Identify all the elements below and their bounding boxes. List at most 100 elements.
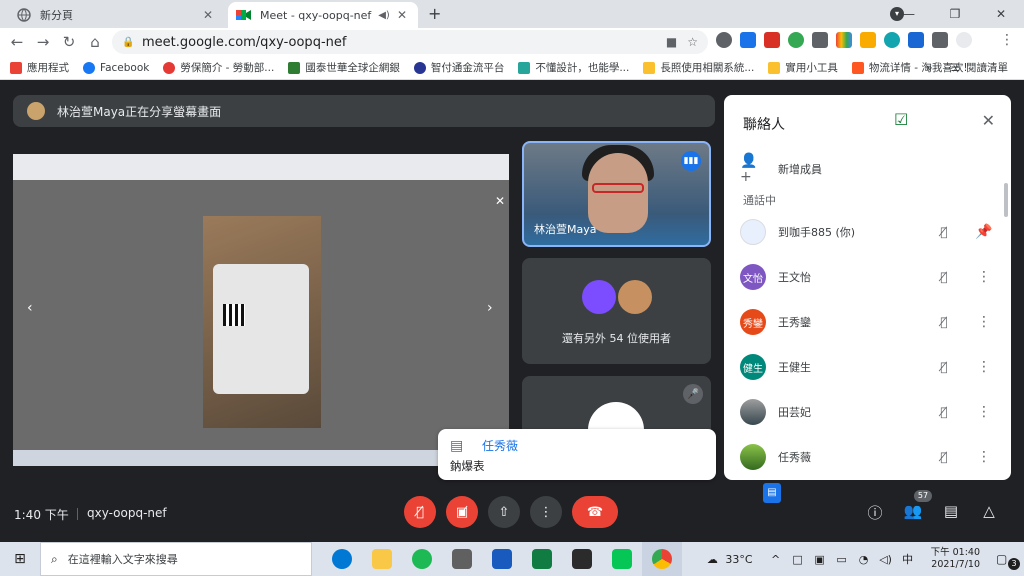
scrollbar[interactable]: [1004, 183, 1008, 217]
file-explorer-app-icon[interactable]: [362, 542, 402, 576]
reading-list-icon: ☰: [950, 61, 960, 74]
extension-icon[interactable]: [884, 32, 900, 48]
participant-row[interactable]: 任秀薇 🎙̸ ⋮: [740, 442, 995, 472]
windows-start-icon[interactable]: ⊞: [0, 551, 40, 567]
excel-app-icon[interactable]: [522, 542, 562, 576]
tray-chevron-up-icon[interactable]: ^: [767, 553, 785, 566]
tab-new-tab[interactable]: 新分頁 ✕: [8, 2, 224, 28]
more-options-icon[interactable]: ⋮: [973, 449, 995, 465]
restore-icon[interactable]: ❐: [932, 7, 978, 21]
bookmarks-overflow-icon[interactable]: »: [926, 62, 932, 74]
reload-icon[interactable]: ↻: [56, 33, 82, 51]
site-icon: [163, 61, 176, 74]
puzzle-extensions-icon[interactable]: [932, 32, 948, 48]
tab-meet[interactable]: Meet - qxy-oopq-nef ◀) ✕: [228, 2, 418, 28]
speaker-video-tile[interactable]: ▮▮▮ 林治萱Maya: [522, 141, 711, 247]
presenting-text: 林治萱Maya正在分享螢幕畫面: [57, 104, 222, 119]
bookmark-item[interactable]: 國泰世華全球企網銀: [288, 60, 400, 75]
more-options-button[interactable]: ⋮: [530, 496, 562, 528]
close-tab-icon[interactable]: ✕: [200, 8, 216, 22]
add-member-button[interactable]: 👤+ 新增成員: [740, 153, 822, 185]
camera-icon[interactable]: ■: [666, 35, 677, 49]
bookmark-item[interactable]: Facebook: [83, 61, 149, 74]
meeting-details-icon[interactable]: ⓘ: [864, 502, 886, 523]
more-options-icon[interactable]: ⋮: [973, 359, 995, 375]
participant-row[interactable]: 文怡 王文怡 🎙̸ ⋮: [740, 262, 995, 292]
address-bar[interactable]: 🔒 meet.google.com/qxy-oopq-nef ■ ☆: [112, 30, 708, 54]
leave-call-button[interactable]: ☎: [572, 496, 618, 528]
weather-icon[interactable]: ☁: [703, 553, 721, 566]
extension-icon[interactable]: [740, 32, 756, 48]
participant-row[interactable]: 到咖手885 (你) 🎙̸ 📌: [740, 217, 995, 247]
lock-icon[interactable]: 🔒: [122, 37, 134, 48]
taskbar-search-box[interactable]: ⌕ 在這裡輸入文字來搜尋: [40, 542, 312, 576]
download-extension-icon[interactable]: [860, 32, 876, 48]
taskbar-clock[interactable]: 下午 01:40 2021/7/10: [931, 547, 980, 571]
bookmark-star-icon[interactable]: ☆: [687, 35, 698, 49]
browser-menu-icon[interactable]: ⋮: [1000, 32, 1014, 48]
shared-screen[interactable]: ‹ › ✕: [13, 154, 509, 466]
present-screen-button[interactable]: ⇧: [488, 496, 520, 528]
volume-icon[interactable]: ◁): [877, 553, 895, 566]
notification-center-icon[interactable]: ▢ 3: [996, 552, 1020, 570]
forward-icon[interactable]: →: [30, 33, 56, 51]
bookmark-folder[interactable]: 長照使用相關系統...: [643, 60, 754, 75]
close-tab-icon[interactable]: ✕: [394, 8, 410, 22]
chrome-app-icon[interactable]: [642, 542, 682, 576]
reading-list[interactable]: » ☰ 閱讀清單: [926, 60, 1008, 75]
extension-icon[interactable]: [836, 32, 852, 48]
edge-app-icon[interactable]: [322, 542, 362, 576]
new-tab-button[interactable]: +: [428, 4, 441, 23]
speaker-icon[interactable]: ◀): [376, 10, 392, 21]
participant-avatar: [740, 399, 766, 425]
input-method-icon[interactable]: 中: [899, 551, 917, 567]
tray-app-icon[interactable]: ▣: [811, 553, 829, 566]
clipboard-check-icon[interactable]: ☑: [894, 110, 908, 129]
window-controls: — ❐ ✕: [886, 0, 1024, 28]
sticky-notes-app-icon[interactable]: [562, 542, 602, 576]
pin-icon[interactable]: 📌: [973, 224, 995, 240]
battery-icon[interactable]: ▭: [833, 553, 851, 566]
bookmark-item[interactable]: 智付通金流平台: [413, 60, 504, 75]
bookmark-item[interactable]: 不懂設計，也能學...: [518, 60, 629, 75]
profile-avatar[interactable]: [956, 32, 972, 48]
spotify-app-icon[interactable]: [402, 542, 442, 576]
word-app-icon[interactable]: [482, 542, 522, 576]
close-window-icon[interactable]: ✕: [978, 7, 1024, 21]
bookmark-item[interactable]: 應用程式: [10, 60, 69, 75]
close-panel-icon[interactable]: ✕: [982, 111, 995, 130]
people-icon[interactable]: 👥: [902, 502, 924, 520]
more-options-icon[interactable]: ⋮: [973, 314, 995, 330]
weather-temperature[interactable]: 33°C: [725, 553, 752, 566]
location-extension-icon[interactable]: [716, 32, 732, 48]
chat-notification[interactable]: ▤ 任秀薇 鈉爆表: [438, 429, 716, 480]
bookmark-item[interactable]: 勞保簡介 - 勞動部...: [163, 60, 274, 75]
minimize-icon[interactable]: —: [886, 7, 932, 21]
extension-icon[interactable]: [908, 32, 924, 48]
participant-row[interactable]: 田芸妃 🎙̸ ⋮: [740, 397, 995, 427]
home-icon[interactable]: ⌂: [82, 33, 108, 51]
line-app-icon[interactable]: [602, 542, 642, 576]
facebook-icon: [83, 61, 95, 74]
mic-toggle-button[interactable]: 🎙̸: [404, 496, 436, 528]
system-tray: ☁ 33°C ^ □ ▣ ▭ ◔ ◁) 中 下午 01:40 2021/7/10…: [703, 542, 1024, 576]
camera-toggle-button[interactable]: ▣̸: [446, 496, 478, 528]
extension-icon[interactable]: [764, 32, 780, 48]
bookmark-folder[interactable]: 實用小工具: [768, 60, 838, 75]
more-options-icon[interactable]: ⋮: [973, 269, 995, 285]
calculator-app-icon[interactable]: [442, 542, 482, 576]
more-options-icon[interactable]: ⋮: [973, 404, 995, 420]
participant-row[interactable]: 健生 王健生 🎙̸ ⋮: [740, 352, 995, 382]
tray-app-icon[interactable]: □: [789, 553, 807, 566]
shared-taskbar: [13, 450, 509, 466]
site-icon: [518, 61, 531, 74]
chat-icon[interactable]: ▤: [940, 502, 962, 520]
extension-icon[interactable]: [788, 32, 804, 48]
mic-off-icon: 🎙̸: [940, 405, 948, 419]
wifi-icon[interactable]: ◔: [855, 553, 873, 566]
activities-icon[interactable]: △: [978, 502, 1000, 520]
extension-icon[interactable]: [812, 32, 828, 48]
back-icon[interactable]: ←: [4, 33, 30, 51]
others-tile[interactable]: 還有另外 54 位使用者: [522, 258, 711, 364]
participant-row[interactable]: 秀鑾 王秀鑾 🎙̸ ⋮: [740, 307, 995, 337]
